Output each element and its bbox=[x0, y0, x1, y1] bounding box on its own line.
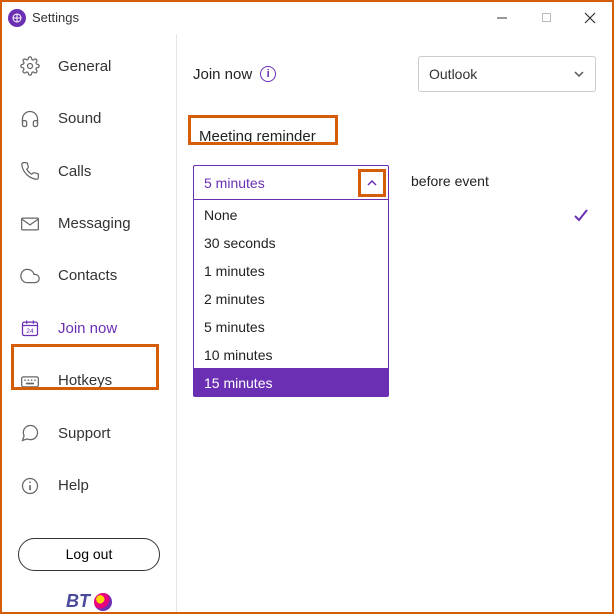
reminder-row: 5 minutes None 30 seconds 1 minutes 2 mi… bbox=[193, 165, 596, 397]
phone-icon bbox=[20, 161, 50, 181]
highlight-box-chevron bbox=[358, 169, 386, 197]
logout-button[interactable]: Log out bbox=[18, 538, 160, 571]
sidebar-item-label: Join now bbox=[58, 320, 117, 337]
reminder-option[interactable]: 2 minutes bbox=[194, 284, 388, 312]
bt-logo: BT bbox=[2, 591, 176, 612]
sidebar-item-join-now[interactable]: 24 Join now bbox=[2, 302, 176, 354]
keyboard-icon bbox=[20, 371, 50, 391]
sidebar-item-label: Help bbox=[58, 477, 89, 494]
reminder-dropdown[interactable]: 5 minutes None 30 seconds 1 minutes 2 mi… bbox=[193, 165, 389, 397]
meeting-reminder-label: Meeting reminder bbox=[193, 124, 322, 149]
sidebar-item-label: Messaging bbox=[58, 215, 131, 232]
reminder-option[interactable]: 10 minutes bbox=[194, 340, 388, 368]
calendar-select-value: Outlook bbox=[429, 66, 477, 82]
calendar-select[interactable]: Outlook bbox=[418, 56, 596, 92]
settings-window: Settings General bbox=[0, 0, 614, 614]
sidebar-item-label: General bbox=[58, 58, 111, 75]
chat-icon bbox=[20, 423, 50, 443]
info-icon bbox=[20, 476, 50, 496]
chevron-down-icon bbox=[573, 68, 585, 80]
globe-icon bbox=[94, 593, 112, 611]
close-button[interactable] bbox=[568, 3, 612, 33]
reminder-option[interactable]: 1 minutes bbox=[194, 256, 388, 284]
calendar-icon: 24 bbox=[20, 318, 50, 338]
sidebar-item-support[interactable]: Support bbox=[2, 407, 176, 459]
app-icon bbox=[8, 9, 26, 27]
sidebar-item-label: Sound bbox=[58, 110, 101, 127]
maximize-button[interactable] bbox=[524, 3, 568, 33]
sidebar-item-calls[interactable]: Calls bbox=[2, 145, 176, 197]
gear-icon bbox=[20, 56, 50, 76]
envelope-icon bbox=[20, 214, 50, 234]
body: General Sound Calls Messaging bbox=[2, 34, 612, 612]
brand-text: BT bbox=[66, 591, 90, 612]
reminder-option[interactable]: 30 seconds bbox=[194, 228, 388, 256]
main-panel: Join now i Outlook Meeting reminder 5 mi… bbox=[177, 34, 612, 612]
window-controls bbox=[480, 3, 612, 33]
sidebar-item-contacts[interactable]: Contacts bbox=[2, 250, 176, 302]
reminder-option[interactable]: 15 minutes bbox=[194, 368, 388, 396]
sidebar-item-general[interactable]: General bbox=[2, 40, 176, 92]
sidebar-item-label: Calls bbox=[58, 163, 91, 180]
cloud-icon bbox=[20, 266, 50, 286]
joinnow-row: Join now i Outlook bbox=[193, 56, 596, 92]
reminder-option[interactable]: None bbox=[194, 200, 388, 228]
checkmark-icon bbox=[572, 206, 590, 224]
sidebar: General Sound Calls Messaging bbox=[2, 34, 177, 612]
sidebar-item-label: Support bbox=[58, 425, 111, 442]
headphones-icon bbox=[20, 109, 50, 129]
svg-text:24: 24 bbox=[26, 328, 34, 335]
sidebar-item-messaging[interactable]: Messaging bbox=[2, 197, 176, 249]
sidebar-item-sound[interactable]: Sound bbox=[2, 92, 176, 144]
window-title: Settings bbox=[32, 10, 79, 25]
sidebar-item-label: Hotkeys bbox=[58, 372, 112, 389]
before-event-label: before event bbox=[411, 165, 489, 189]
sidebar-item-help[interactable]: Help bbox=[2, 460, 176, 512]
chevron-up-icon bbox=[366, 177, 378, 189]
joinnow-label: Join now bbox=[193, 66, 252, 83]
sidebar-item-label: Contacts bbox=[58, 267, 117, 284]
minimize-button[interactable] bbox=[480, 3, 524, 33]
sidebar-item-hotkeys[interactable]: Hotkeys bbox=[2, 355, 176, 407]
reminder-option[interactable]: 5 minutes bbox=[194, 312, 388, 340]
reminder-dropdown-selected[interactable]: 5 minutes bbox=[194, 166, 388, 200]
info-icon[interactable]: i bbox=[260, 66, 276, 82]
reminder-selected-value: 5 minutes bbox=[204, 175, 265, 191]
titlebar: Settings bbox=[2, 2, 612, 34]
logout-label: Log out bbox=[66, 546, 113, 562]
